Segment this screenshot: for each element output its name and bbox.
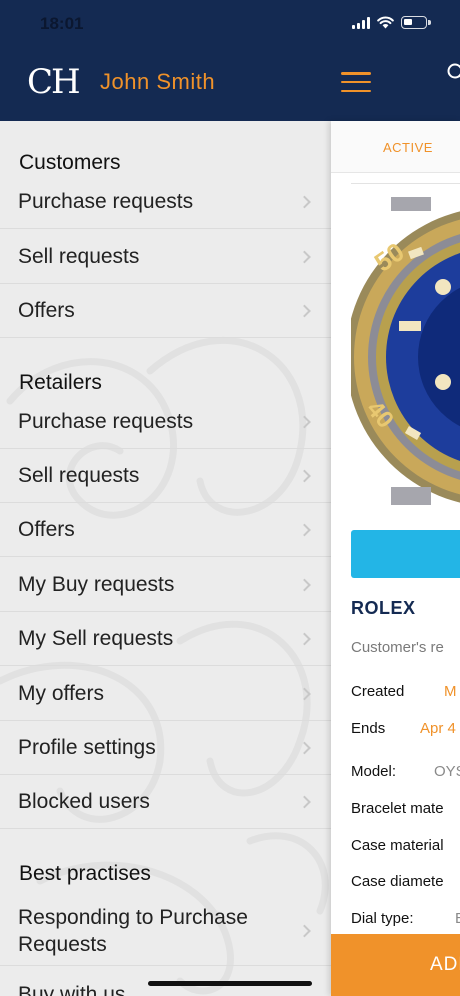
sidebar-item-blocked-users[interactable]: Blocked users bbox=[0, 775, 331, 829]
chevron-right-icon bbox=[298, 741, 311, 754]
sidebar-item-retailers-offers[interactable]: Offers bbox=[0, 503, 331, 557]
search-icon[interactable] bbox=[446, 62, 460, 82]
detail-label: Bracelet mate bbox=[351, 800, 444, 817]
detail-value: Apr 4 bbox=[420, 720, 456, 737]
detail-row-case-diameter: Case diamete bbox=[351, 873, 444, 890]
detail-row-case-material: Case material bbox=[351, 837, 444, 854]
sidebar-item-label: Offers bbox=[18, 518, 75, 541]
detail-row-bracelet: Bracelet mate bbox=[351, 800, 444, 817]
watch-image: 50 40 bbox=[351, 197, 460, 505]
detail-row-created: Created M bbox=[351, 683, 457, 700]
chevron-right-icon bbox=[298, 250, 311, 263]
divider bbox=[351, 183, 460, 184]
chevron-right-icon bbox=[298, 304, 311, 317]
detail-label: Dial type: bbox=[351, 910, 414, 927]
detail-row-dial-type: Dial type: E bbox=[351, 910, 460, 927]
status-icons bbox=[352, 16, 431, 29]
main-content: ACTIVE 50 40 ROLEX Customer's re Created… bbox=[331, 121, 460, 996]
sidebar-item-customers-purchase-requests[interactable]: Purchase requests bbox=[0, 175, 331, 229]
section-title-retailers: Retailers bbox=[19, 371, 102, 394]
action-button[interactable] bbox=[351, 530, 460, 578]
chevron-right-icon bbox=[298, 523, 311, 536]
home-indicator bbox=[148, 981, 312, 986]
sidebar-item-label: Purchase requests bbox=[18, 190, 194, 213]
chevron-right-icon bbox=[298, 795, 311, 808]
battery-icon bbox=[401, 16, 431, 29]
request-description: Customer's re bbox=[351, 639, 444, 656]
sidebar-drawer: Customers Purchase requests Sell request… bbox=[0, 121, 331, 996]
sidebar-item-label: Responding to Purchase Requests bbox=[18, 905, 248, 956]
chevron-right-icon bbox=[298, 469, 311, 482]
chevron-right-icon bbox=[298, 924, 311, 937]
sidebar-item-retailers-purchase-requests[interactable]: Purchase requests bbox=[0, 395, 331, 449]
sidebar-item-label: Blocked users bbox=[18, 790, 150, 813]
detail-label: Model: bbox=[351, 763, 397, 780]
add-button-label: ADD bbox=[430, 954, 460, 975]
sidebar-item-label: My offers bbox=[18, 682, 104, 705]
sidebar-item-label: My Sell requests bbox=[18, 627, 174, 650]
sidebar-item-label: Sell requests bbox=[18, 245, 140, 268]
sidebar-item-my-sell-requests[interactable]: My Sell requests bbox=[0, 612, 331, 666]
sidebar-item-responding-purchase-requests[interactable]: Responding to Purchase Requests bbox=[0, 896, 331, 966]
sidebar-item-label: Offers bbox=[18, 299, 75, 322]
sidebar-item-profile-settings[interactable]: Profile settings bbox=[0, 721, 331, 775]
chevron-right-icon bbox=[298, 415, 311, 428]
sidebar-item-label: Buy with us bbox=[18, 983, 126, 996]
sidebar-item-my-buy-requests[interactable]: My Buy requests bbox=[0, 558, 331, 612]
detail-row-ends: Ends Apr 4 bbox=[351, 720, 456, 737]
user-name[interactable]: John Smith bbox=[100, 69, 215, 95]
detail-value: E bbox=[455, 910, 460, 927]
chevron-right-icon bbox=[298, 687, 311, 700]
chevron-right-icon bbox=[298, 195, 311, 208]
sidebar-item-retailers-sell-requests[interactable]: Sell requests bbox=[0, 449, 331, 503]
sidebar-item-label: My Buy requests bbox=[18, 573, 175, 596]
sidebar-item-my-offers[interactable]: My offers bbox=[0, 667, 331, 721]
detail-label: Case material bbox=[351, 837, 444, 854]
signal-icon bbox=[352, 16, 370, 29]
app-logo: CH bbox=[27, 62, 81, 102]
section-title-customers: Customers bbox=[19, 151, 121, 174]
add-button[interactable]: ADD bbox=[331, 934, 460, 996]
sidebar-item-customers-sell-requests[interactable]: Sell requests bbox=[0, 230, 331, 284]
tab-active[interactable]: ACTIVE bbox=[383, 140, 433, 155]
sidebar-item-label: Profile settings bbox=[18, 736, 156, 759]
detail-label: Case diamete bbox=[351, 873, 444, 890]
detail-label: Ends bbox=[351, 720, 386, 737]
wifi-icon bbox=[377, 16, 394, 29]
chevron-right-icon bbox=[298, 632, 311, 645]
chevron-right-icon bbox=[298, 578, 311, 591]
menu-icon[interactable] bbox=[341, 72, 371, 92]
detail-value: OYS bbox=[434, 763, 460, 780]
sidebar-item-label: Sell requests bbox=[18, 464, 140, 487]
top-bar: 18:01 CH John Smith bbox=[0, 0, 460, 121]
tab-bar: ACTIVE bbox=[331, 121, 460, 173]
sidebar-item-customers-offers[interactable]: Offers bbox=[0, 284, 331, 338]
status-bar: 18:01 bbox=[0, 0, 460, 50]
brand-title: ROLEX bbox=[351, 598, 416, 618]
status-time: 18:01 bbox=[40, 14, 84, 33]
section-title-best-practises: Best practises bbox=[19, 862, 151, 885]
detail-label: Created bbox=[351, 683, 405, 700]
detail-row-model: Model: OYS bbox=[351, 763, 460, 780]
detail-value: M bbox=[444, 683, 457, 700]
sidebar-item-label: Purchase requests bbox=[18, 410, 194, 433]
